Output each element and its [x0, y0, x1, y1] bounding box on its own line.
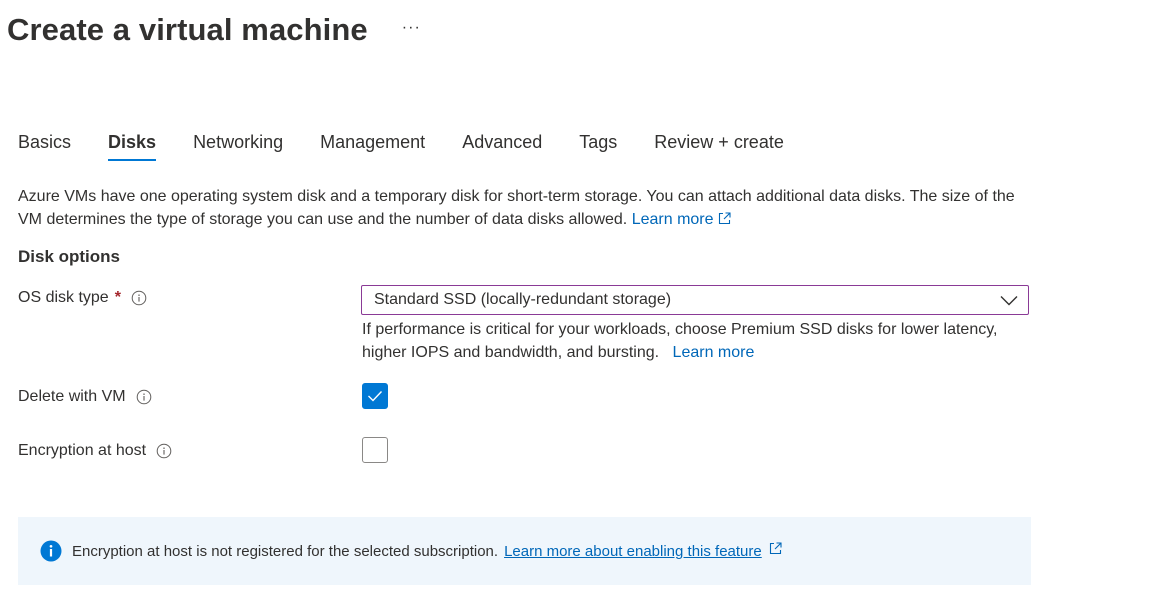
delete-with-vm-checkbox[interactable]: [362, 383, 388, 409]
info-circle-icon[interactable]: [156, 443, 172, 459]
encryption-at-host-label: Encryption at host: [18, 442, 172, 460]
disk-options-heading: Disk options: [18, 247, 121, 266]
os-disk-learn-more-link[interactable]: Learn more: [673, 344, 755, 361]
tab-networking[interactable]: Networking: [193, 132, 283, 161]
intro-text: Azure VMs have one operating system disk…: [18, 188, 1015, 228]
create-vm-page: Create a virtual machine ··· Basics Disk…: [0, 0, 1154, 611]
encryption-at-host-label-text: Encryption at host: [18, 442, 147, 459]
os-disk-type-hint: If performance is critical for your work…: [362, 318, 1022, 364]
chevron-down-icon: [1000, 295, 1018, 306]
banner-link-label: Learn more about enabling this feature: [504, 542, 762, 560]
os-disk-type-select[interactable]: Standard SSD (locally-redundant storage): [361, 285, 1029, 315]
os-disk-type-label-text: OS disk type: [18, 289, 109, 306]
external-link-icon: [718, 209, 731, 232]
tab-advanced[interactable]: Advanced: [462, 132, 542, 161]
tab-review-create[interactable]: Review + create: [654, 132, 784, 161]
banner-learn-more-link[interactable]: Learn more about enabling this feature: [504, 543, 762, 560]
more-options-button[interactable]: ···: [402, 19, 421, 37]
tab-tags[interactable]: Tags: [579, 132, 617, 161]
info-circle-icon[interactable]: [131, 290, 147, 306]
info-filled-icon: [40, 540, 62, 562]
checkmark-icon: [367, 390, 383, 402]
page-title: Create a virtual machine: [7, 12, 368, 47]
tab-management[interactable]: Management: [320, 132, 425, 161]
intro-learn-more-label: Learn more: [631, 211, 714, 228]
os-disk-type-value: Standard SSD (locally-redundant storage): [374, 291, 672, 308]
os-disk-type-label: OS disk type *: [18, 289, 147, 307]
intro-learn-more-link[interactable]: Learn more: [632, 211, 731, 228]
encryption-at-host-checkbox[interactable]: [362, 437, 388, 463]
banner-text: Encryption at host is not registered for…: [72, 542, 499, 560]
wizard-tabs: Basics Disks Networking Management Advan…: [18, 132, 821, 161]
title-row: Create a virtual machine ···: [7, 12, 421, 48]
info-banner: Encryption at host is not registered for…: [18, 517, 1031, 585]
tab-basics[interactable]: Basics: [18, 132, 71, 161]
tab-disks[interactable]: Disks: [108, 132, 157, 161]
info-circle-icon[interactable]: [136, 389, 152, 405]
delete-with-vm-label: Delete with VM: [18, 388, 152, 406]
intro-description: Azure VMs have one operating system disk…: [18, 185, 1028, 232]
required-marker: *: [114, 289, 121, 306]
delete-with-vm-label-text: Delete with VM: [18, 388, 126, 405]
external-link-icon: [769, 542, 782, 560]
